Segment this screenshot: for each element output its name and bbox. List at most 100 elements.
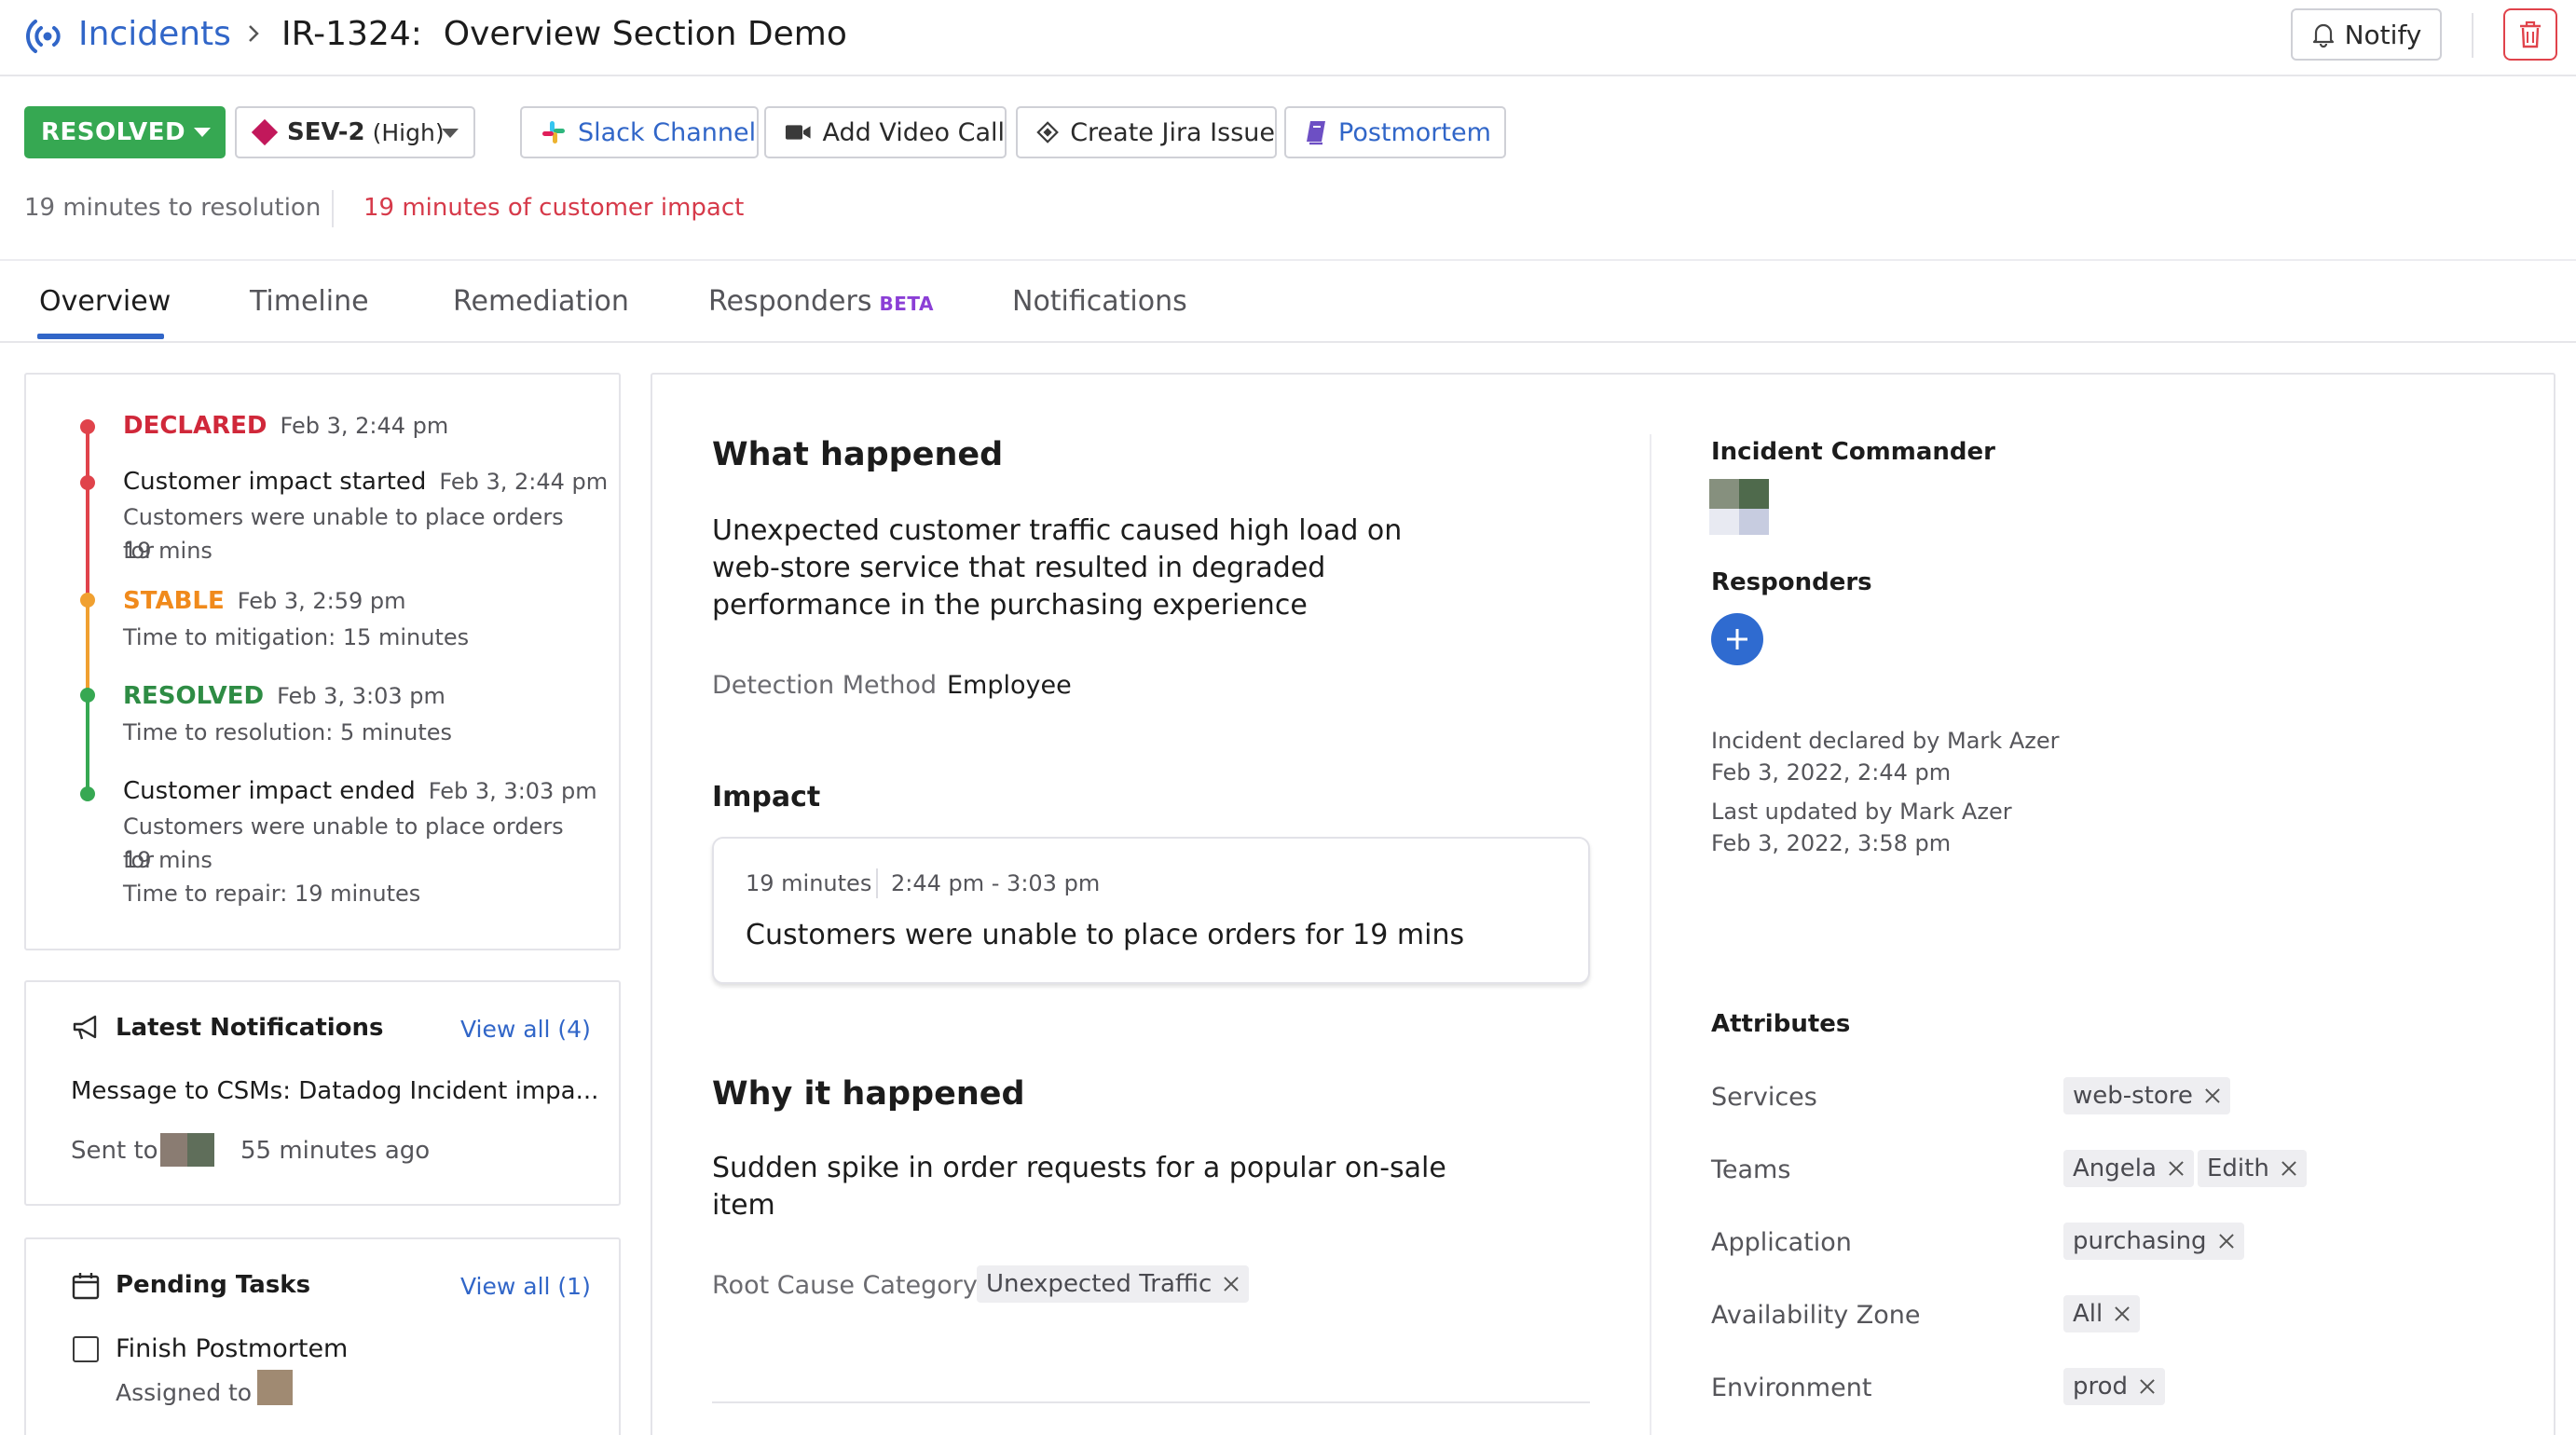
impact-time-range: 2:44 pm - 3:03 pm <box>891 870 1101 896</box>
timeline-dot <box>80 475 95 490</box>
attribute-application-label: Application <box>1711 1228 1852 1257</box>
timeline-status: DECLARED <box>123 412 267 440</box>
severity-name: SEV-2 <box>287 118 365 146</box>
tab-timeline[interactable]: Timeline <box>250 285 369 318</box>
severity-dropdown[interactable]: SEV-2 (High) <box>235 106 475 158</box>
tab-remediation[interactable]: Remediation <box>453 285 629 318</box>
status-dropdown[interactable]: RESOLVED <box>24 106 226 158</box>
notification-time: 55 minutes ago <box>240 1137 431 1165</box>
declared-by: Incident declared by Mark Azer <box>1711 728 2060 754</box>
timeline-line-declared <box>86 427 89 600</box>
beta-badge: BETA <box>879 293 934 315</box>
timeline-subtext: Time to repair: 19 minutes <box>123 881 421 907</box>
notify-button[interactable]: Notify <box>2291 8 2442 61</box>
detection-method-label: Detection Method <box>712 671 938 700</box>
tag-label: Edith <box>2207 1155 2269 1182</box>
tag-label: Unexpected Traffic <box>986 1270 1213 1298</box>
why-it-happened-text[interactable]: Sudden spike in order requests for a pop… <box>712 1150 1458 1224</box>
attribute-availability-zone-label: Availability Zone <box>1711 1301 1921 1330</box>
updated-by: Last updated by Mark Azer <box>1711 799 2012 825</box>
remove-tag-icon[interactable] <box>2204 1087 2221 1104</box>
tab-notifications[interactable]: Notifications <box>1012 285 1187 318</box>
attribute-tag-team[interactable]: Angela <box>2063 1150 2194 1187</box>
remove-tag-icon[interactable] <box>2114 1305 2131 1322</box>
task-title: Finish Postmortem <box>116 1334 349 1363</box>
attributes-title: Attributes <box>1711 1010 1851 1038</box>
timeline-date: Feb 3, 2:44 pm <box>439 469 609 495</box>
root-cause-tag[interactable]: Unexpected Traffic <box>977 1265 1250 1303</box>
slack-icon <box>542 121 565 144</box>
root-cause-category-label: Root Cause Category <box>712 1271 978 1300</box>
remove-tag-icon[interactable] <box>2218 1233 2235 1250</box>
add-responder-button[interactable] <box>1711 613 1763 665</box>
timeline-subtext: Time to resolution: 5 minutes <box>123 719 452 745</box>
plus-icon <box>1727 629 1747 649</box>
timeline-line-resolved <box>86 693 89 794</box>
timeline-subtext: 19 mins <box>123 847 212 873</box>
notifications-title: Latest Notifications <box>116 1014 384 1042</box>
incidents-logo-icon[interactable] <box>22 14 67 59</box>
jira-icon <box>1036 121 1059 144</box>
remove-tag-icon[interactable] <box>2139 1378 2156 1395</box>
timeline-subtext: 19 mins <box>123 538 212 564</box>
tag-label: Angela <box>2073 1155 2157 1182</box>
timeline-status: Customer impact ended <box>123 777 416 805</box>
tag-label: All <box>2073 1300 2103 1328</box>
timeline-status: STABLE <box>123 587 225 615</box>
timeline-status: RESOLVED <box>123 682 265 710</box>
create-jira-issue-button[interactable]: Create Jira Issue <box>1016 106 1277 158</box>
timeline-item-impact-ended: Customer impact ended Feb 3, 3:03 pm <box>123 775 597 807</box>
avatar[interactable] <box>1709 479 1769 535</box>
timeline-dot <box>80 688 95 703</box>
remove-tag-icon[interactable] <box>2168 1160 2185 1177</box>
tab-overview[interactable]: Overview <box>39 285 171 318</box>
timeline-line-stable <box>86 600 89 693</box>
breadcrumb-incidents-link[interactable]: Incidents <box>78 13 231 56</box>
video-camera-icon <box>785 125 811 140</box>
what-happened-text[interactable]: Unexpected customer traffic caused high … <box>712 512 1458 624</box>
attribute-teams-label: Teams <box>1711 1155 1791 1184</box>
bell-icon <box>2312 23 2334 48</box>
slack-channel-label: Slack Channel <box>578 117 757 147</box>
task-checkbox[interactable] <box>73 1336 99 1362</box>
impact-duration: 19 minutes <box>746 870 872 896</box>
notify-label: Notify <box>2344 19 2422 50</box>
avatar <box>160 1133 214 1167</box>
header-divider <box>2472 13 2473 58</box>
attribute-tag-services[interactable]: web-store <box>2063 1077 2230 1114</box>
attribute-tag-environment[interactable]: prod <box>2063 1368 2166 1405</box>
assigned-to-label: Assigned to <box>116 1379 253 1406</box>
postmortem-button[interactable]: Postmortem <box>1284 106 1506 158</box>
notification-message[interactable]: Message to CSMs: Datadog Incident impa..… <box>71 1077 598 1105</box>
divider <box>0 341 2576 343</box>
create-jira-issue-label: Create Jira Issue <box>1070 117 1275 147</box>
detection-method-value[interactable]: Employee <box>947 671 1072 700</box>
tag-label: purchasing <box>2073 1227 2207 1255</box>
timeline-item-stable: STABLE Feb 3, 2:59 pm <box>123 585 406 617</box>
attribute-tag-team[interactable]: Edith <box>2198 1150 2307 1187</box>
impact-separator <box>876 868 878 898</box>
responders-title: Responders <box>1711 568 1872 596</box>
divider <box>712 1401 1590 1403</box>
incident-commander-title: Incident Commander <box>1711 438 1995 466</box>
megaphone-icon <box>73 1015 97 1040</box>
view-all-tasks-link[interactable]: View all (1) <box>460 1273 591 1300</box>
chevron-right-icon <box>249 25 259 42</box>
timeline-date: Feb 3, 3:03 pm <box>277 683 445 709</box>
remove-tag-icon[interactable] <box>1223 1276 1240 1292</box>
severity-level: (High) <box>372 118 445 146</box>
view-all-notifications-link[interactable]: View all (4) <box>460 1016 591 1043</box>
attribute-tag-availability-zone[interactable]: All <box>2063 1295 2141 1332</box>
column-divider <box>1650 434 1651 1435</box>
caret-down-icon <box>442 129 459 138</box>
timeline-subtext: Time to mitigation: 15 minutes <box>123 624 470 650</box>
delete-button[interactable] <box>2503 8 2557 61</box>
page-title: IR-1324: Overview Section Demo <box>281 15 847 53</box>
customer-impact-duration: 19 minutes of customer impact <box>363 194 745 222</box>
attribute-tag-application[interactable]: purchasing <box>2063 1223 2244 1260</box>
impact-card[interactable]: 19 minutes 2:44 pm - 3:03 pm Customers w… <box>712 837 1590 984</box>
slack-channel-button[interactable]: Slack Channel <box>520 106 759 158</box>
add-video-call-button[interactable]: Add Video Call <box>764 106 1007 158</box>
tab-responders[interactable]: Responders BETA <box>708 285 934 318</box>
remove-tag-icon[interactable] <box>2281 1160 2297 1177</box>
